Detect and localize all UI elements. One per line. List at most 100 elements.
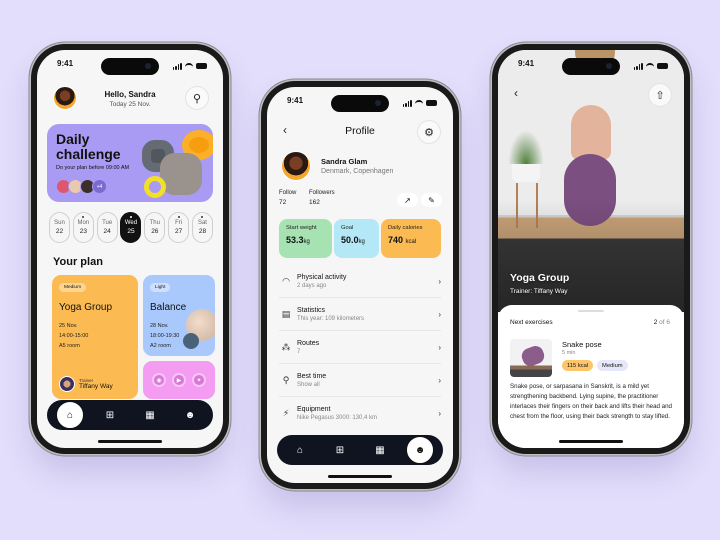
status-time: 9:41 [287, 96, 304, 105]
profile-name: Sandra Glam [321, 157, 368, 166]
wifi-icon [415, 100, 423, 106]
share-icon: ⇧ [655, 89, 665, 102]
edit-button[interactable]: ✎ [421, 193, 442, 207]
day-tue[interactable]: Tue 24 [96, 212, 118, 243]
challenge-title: Daily challenge [56, 131, 121, 162]
class-title: Yoga Group [510, 272, 570, 284]
back-button[interactable]: ‹ [514, 86, 518, 100]
exercise-sheet: Next exercises 2 of 6 Snake pose 5 min 1… [498, 305, 684, 448]
chevron-right-icon: › [438, 375, 441, 385]
exercise-name: Snake pose [562, 340, 602, 349]
share-button[interactable]: ⇧ [648, 83, 672, 107]
week-day-selector: Sun 22 Mon 23 Tue 24 Wed 25 Thu 26 Fri 27 Sat 2… [49, 212, 213, 243]
nav-home-icon[interactable]: ⌂ [286, 436, 314, 464]
plant [508, 130, 544, 164]
detail-screen: 9:41 ‹ ⇧ Yoga Group Trainer: Tiffany Way… [498, 50, 684, 448]
exercise-description: Snake pose, or sarpasana in Sanskrit, is… [510, 383, 672, 420]
sheet-grabber[interactable] [578, 310, 604, 312]
status-time: 9:41 [57, 59, 74, 68]
yoga-group-card[interactable]: Medium Yoga Group 25 Nov. 14:00-15:00 A5… [52, 275, 138, 399]
nav-home-icon[interactable]: ⌂ [56, 401, 84, 429]
wifi-icon [185, 63, 193, 69]
level-badge: Medium [597, 360, 628, 371]
trophy-icon: ⚲ [282, 374, 290, 385]
signal-icon [402, 99, 412, 107]
day-thu[interactable]: Thu 26 [144, 212, 166, 243]
profile-avatar [281, 151, 311, 181]
phone-profile: 9:41 ‹ Profile ⚙ Sandra Glam Denmark, Co… [261, 81, 459, 489]
stat-start-weight: Start weight 53.3kg [279, 219, 332, 258]
yoga-person-torso [571, 105, 611, 160]
chevron-right-icon: › [438, 342, 441, 352]
phone-home: 9:41 Hello, Sandra Today 25 Nov. ⚲ Daily… [31, 44, 229, 454]
twitter-icon[interactable]: ✦ [192, 373, 206, 387]
trainer-avatar [59, 376, 75, 392]
instagram-icon[interactable]: ◉ [152, 373, 166, 387]
battery-icon [426, 100, 437, 106]
profile-screen: 9:41 ‹ Profile ⚙ Sandra Glam Denmark, Co… [267, 87, 453, 483]
card-title: Yoga Group [59, 302, 113, 313]
exercise-thumbnail[interactable] [510, 339, 552, 377]
wifi-icon [646, 63, 654, 69]
challenge-subtitle: Do your plan before 09:00 AM [56, 165, 130, 171]
nav-stats-icon[interactable]: ▦ [366, 436, 394, 464]
level-badge: Medium [59, 283, 87, 292]
row-routes[interactable]: ⁂ Routes 7 › [279, 331, 441, 364]
home-indicator [559, 440, 623, 443]
search-icon: ⚲ [192, 92, 202, 105]
nav-apps-icon[interactable]: ⊞ [326, 436, 354, 464]
participants: +4 [56, 179, 107, 194]
exercise-duration: 5 min [562, 350, 576, 356]
plant-pot [512, 162, 540, 182]
balance-card[interactable]: Light Balance 28 Nov. 18:00-19:30 A2 roo… [143, 275, 215, 356]
search-button[interactable]: ⚲ [185, 86, 209, 110]
activity-icon: ◠ [282, 275, 290, 286]
pencil-icon: ✎ [428, 195, 435, 205]
bottom-nav: ⌂ ⊞ ▦ ☻ [47, 400, 213, 430]
nav-profile-icon[interactable]: ☻ [176, 401, 204, 429]
status-time: 9:41 [518, 59, 535, 68]
day-fri[interactable]: Fri 27 [168, 212, 190, 243]
your-plan-heading: Your plan [53, 256, 103, 268]
nav-profile-icon[interactable]: ☻ [406, 436, 434, 464]
daily-challenge-card[interactable]: Daily challenge Do your plan before 09:00… [47, 124, 213, 202]
card-info: 28 Nov. 18:00-19:30 A2 room [150, 323, 180, 349]
external-link-icon: ↗ [404, 195, 411, 205]
trainer: Trainer Tiffany Way [59, 376, 113, 392]
signal-icon [633, 62, 643, 70]
chevron-right-icon: › [438, 409, 441, 418]
level-badge: Light [150, 283, 171, 292]
followers-count: Followers 162 [309, 190, 335, 206]
equipment-icon: ⚡ [282, 408, 290, 418]
routes-icon: ⁂ [281, 341, 291, 352]
share-button[interactable]: ↗ [397, 193, 418, 207]
status-bar: 9:41 [498, 59, 684, 73]
signal-icon [172, 62, 182, 70]
battery-icon [657, 63, 668, 69]
row-best-time[interactable]: ⚲ Best time Show all › [279, 364, 441, 397]
day-sat[interactable]: Sat 28 [191, 212, 213, 243]
nav-stats-icon[interactable]: ▦ [136, 401, 164, 429]
youtube-icon[interactable]: ▶ [172, 373, 186, 387]
stat-goal: Goal 50.0kg [334, 219, 379, 258]
home-screen: 9:41 Hello, Sandra Today 25 Nov. ⚲ Daily… [37, 50, 223, 448]
day-sun[interactable]: Sun 22 [49, 212, 70, 243]
exercise-counter: 2 of 6 [653, 319, 670, 326]
phone-class-detail: 9:41 ‹ ⇧ Yoga Group Trainer: Tiffany Way… [492, 44, 690, 454]
chevron-right-icon: › [438, 276, 441, 286]
class-trainer: Trainer: Tiffany Way [510, 288, 568, 295]
day-wed[interactable]: Wed 25 [120, 212, 142, 243]
day-mon[interactable]: Mon 23 [72, 212, 94, 243]
gear-icon: ⚙ [424, 126, 434, 139]
row-equipment[interactable]: ⚡ Equipment Nike Pegasus 3000: 130,4 km › [279, 397, 441, 430]
card-info: 25 Nov. 14:00-15:00 A5 room [59, 323, 89, 349]
row-physical-activity[interactable]: ◠ Physical activity 2 days ago › [279, 265, 441, 298]
row-statistics[interactable]: ▤ Statistics This year: 109 kilometers › [279, 298, 441, 331]
bottom-nav: ⌂ ⊞ ▦ ☻ [277, 435, 443, 465]
battery-icon [196, 63, 207, 69]
chevron-right-icon: › [438, 309, 441, 319]
settings-button[interactable]: ⚙ [417, 120, 441, 144]
statistics-icon: ▤ [281, 308, 291, 319]
stat-daily-calories: Daily calories 740 kcal [381, 219, 441, 258]
nav-apps-icon[interactable]: ⊞ [96, 401, 124, 429]
